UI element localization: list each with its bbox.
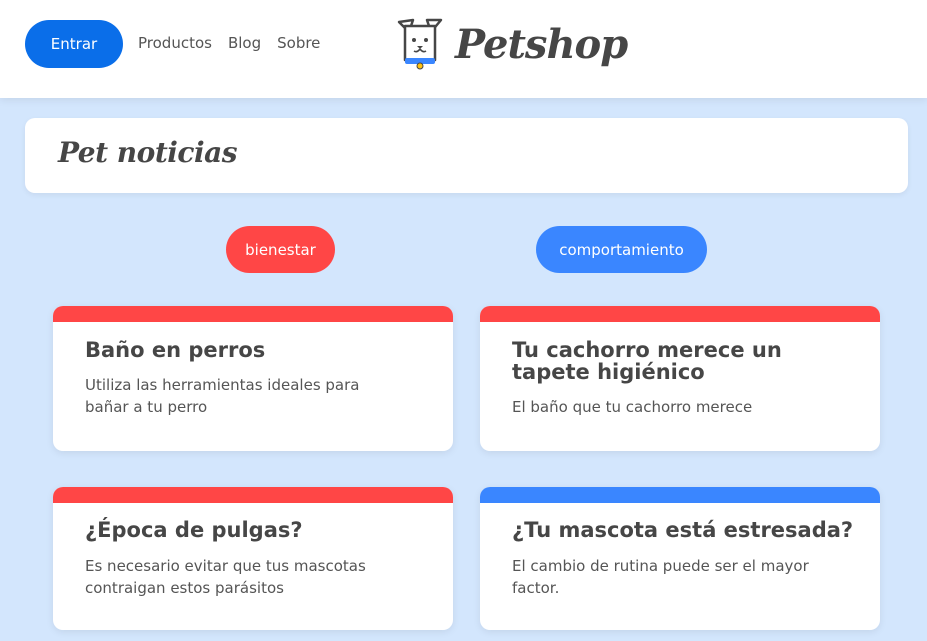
nav-link-sobre[interactable]: Sobre <box>277 34 320 52</box>
logo-text: Petshop <box>455 21 628 68</box>
category-bar <box>480 306 880 322</box>
news-card[interactable]: ¿Tu mascota está estresada? El cambio de… <box>480 487 880 630</box>
card-title: ¿Tu mascota está estresada? <box>512 518 854 542</box>
header: Entrar Productos Blog Sobre Petshop <box>0 0 927 98</box>
news-card[interactable]: ¿Época de pulgas? Es necesario evitar qu… <box>53 487 453 630</box>
news-card[interactable]: Baño en perros Utiliza las herramientas … <box>53 306 453 451</box>
nav-link-blog[interactable]: Blog <box>228 34 261 52</box>
tag-bienestar[interactable]: bienestar <box>226 226 335 273</box>
tag-comportamiento[interactable]: comportamiento <box>536 226 707 273</box>
card-description: El baño que tu cachorro merece <box>512 398 753 416</box>
page-title: Pet noticias <box>58 136 238 169</box>
dog-logo-icon <box>397 18 443 70</box>
category-bar <box>53 487 453 503</box>
card-description: Es necesario evitar que tus mascotas con… <box>85 557 366 597</box>
category-bar <box>53 306 453 322</box>
logo[interactable]: Petshop <box>395 14 628 74</box>
card-title: ¿Época de pulgas? <box>85 518 303 542</box>
card-description: Utiliza las herramientas ideales para ba… <box>85 376 360 416</box>
main-nav: Productos Blog Sobre <box>138 34 320 52</box>
news-card[interactable]: Tu cachorro merece un tapete higiénico E… <box>480 306 880 451</box>
card-description: El cambio de rutina puede ser el mayor f… <box>512 557 809 597</box>
card-title: Tu cachorro merece un tapete higiénico <box>512 338 782 384</box>
nav-link-productos[interactable]: Productos <box>138 34 212 52</box>
category-bar <box>480 487 880 503</box>
login-button[interactable]: Entrar <box>25 20 123 68</box>
card-title: Baño en perros <box>85 338 266 362</box>
